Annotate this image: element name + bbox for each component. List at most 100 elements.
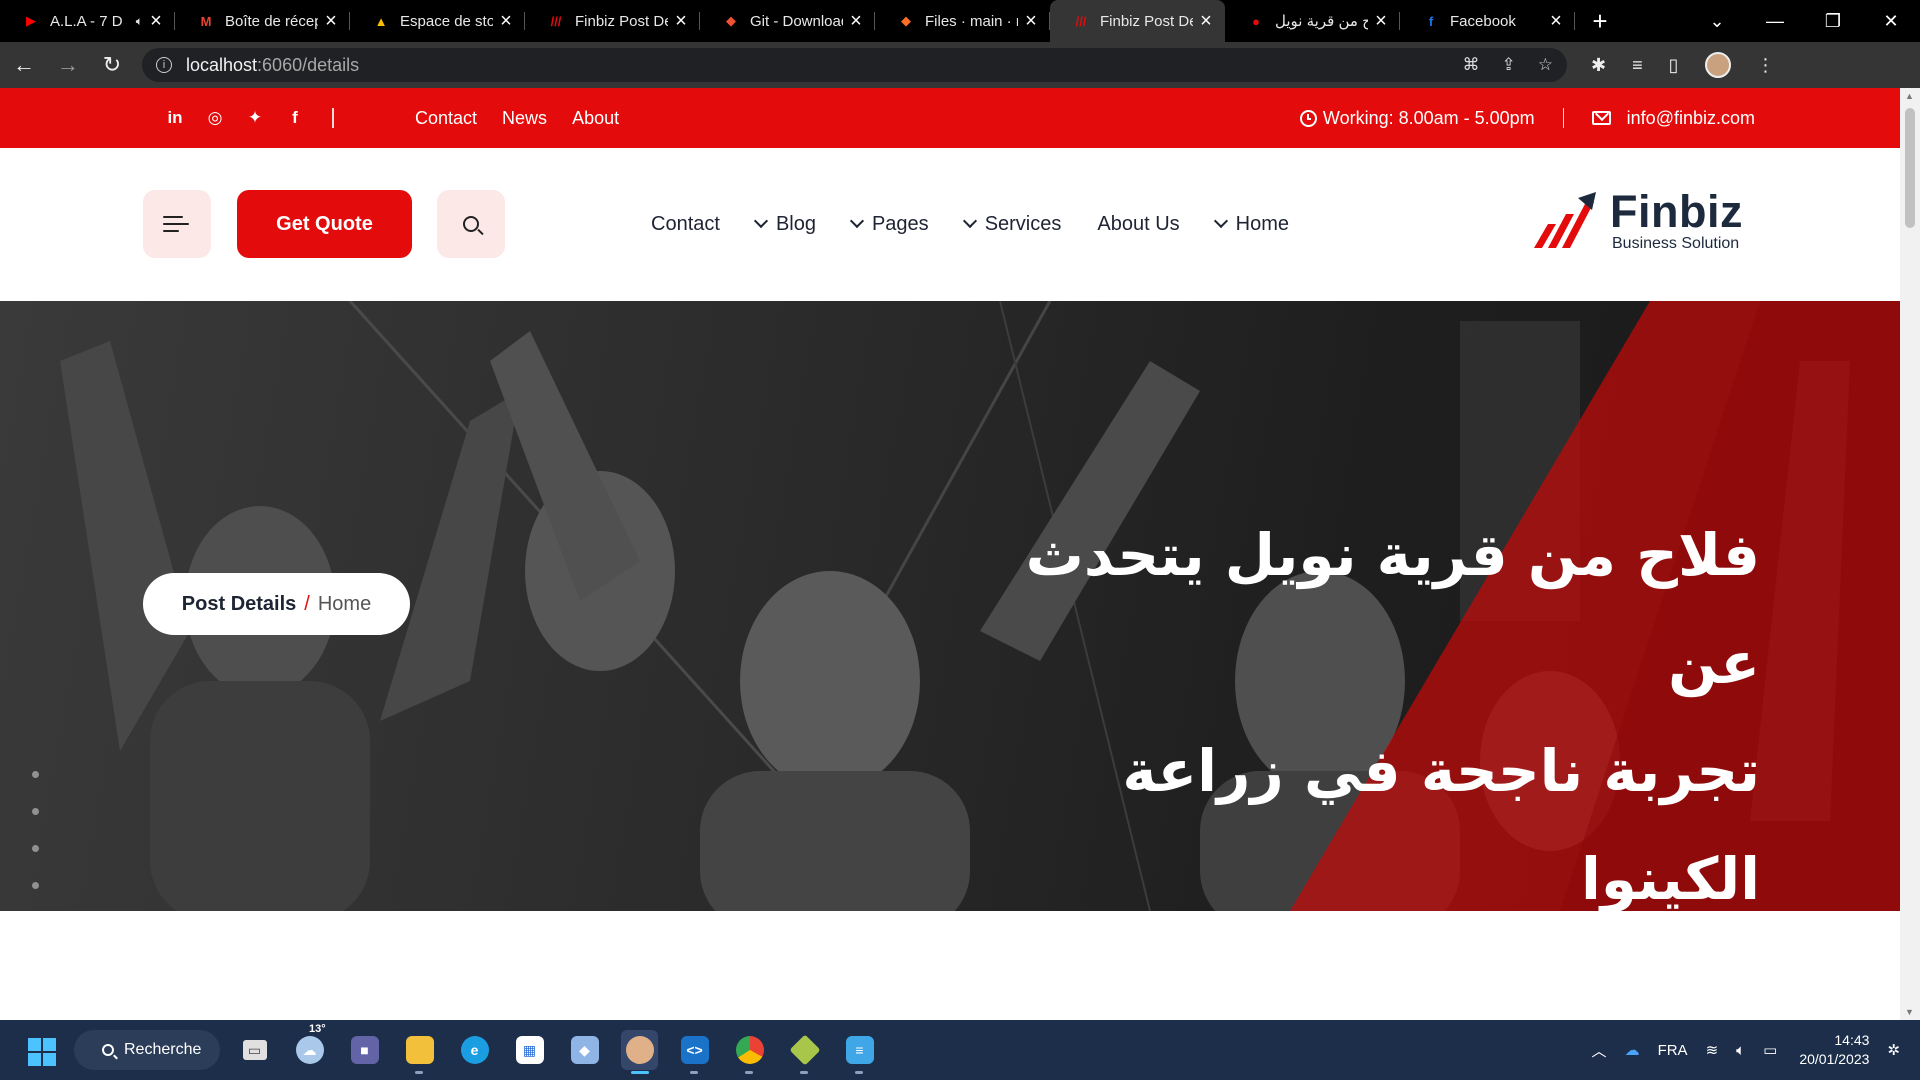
onedrive-cloud-icon[interactable]: ☁ xyxy=(1625,1041,1640,1059)
notepad-button[interactable]: ≡ xyxy=(841,1030,878,1074)
scroll-up-arrow-icon[interactable]: ▲ xyxy=(1905,91,1914,101)
nav-item-services[interactable]: Services xyxy=(962,212,1062,236)
running-indicator xyxy=(415,1071,423,1074)
close-window-button[interactable]: ✕ xyxy=(1862,11,1920,32)
minimize-button[interactable]: — xyxy=(1746,11,1804,32)
menu-toggle-button[interactable] xyxy=(143,190,211,258)
nav-item-contact[interactable]: Contact xyxy=(651,213,720,236)
breadcrumb: Post Details / Home xyxy=(143,573,410,635)
file-explorer-button[interactable] xyxy=(401,1030,438,1074)
browser-tab[interactable]: ◆ Git - Downloads× xyxy=(700,0,875,42)
nav-label: Home xyxy=(1235,212,1290,235)
browser-tab[interactable]: ▶ A.L.A - 7 D 🔈︎ × xyxy=(0,0,175,42)
browser-tab[interactable]: /// Finbiz Post Details× xyxy=(1050,0,1225,42)
battery-icon[interactable]: ▭ xyxy=(1763,1041,1777,1059)
media-control-icon[interactable]: ≡ xyxy=(1632,55,1643,76)
url-host: localhost xyxy=(186,54,258,75)
windows-start-button[interactable] xyxy=(28,1038,56,1066)
input-language[interactable]: FRA xyxy=(1658,1042,1688,1059)
address-bar[interactable]: i localhost:6060/details ⌘ ⇪ ☆ xyxy=(142,48,1567,82)
browser-tab[interactable]: ▲ Espace de stockage× xyxy=(350,0,525,42)
microsoft-store-button[interactable]: ▦ xyxy=(511,1030,548,1070)
linkedin-icon[interactable]: in xyxy=(165,108,185,128)
twitter-icon[interactable]: ✦ xyxy=(245,108,265,128)
edge-button[interactable]: e xyxy=(456,1030,493,1070)
side-panel-icon[interactable]: ▯ xyxy=(1669,55,1679,76)
back-button[interactable]: ← xyxy=(4,45,44,85)
taskbar-clock[interactable]: 14:43 20/01/2023 xyxy=(1799,1031,1869,1069)
volume-icon[interactable]: 🔈︎ xyxy=(1736,1042,1745,1059)
facebook-icon[interactable]: f xyxy=(285,108,305,128)
browser-tab[interactable]: ● فلاح من قرية نويل× xyxy=(1225,0,1400,42)
top-link-contact[interactable]: Contact xyxy=(415,108,477,129)
decorative-dots xyxy=(32,771,39,911)
site-logo[interactable]: Finbiz Business Solution xyxy=(1530,180,1760,260)
browser-tab[interactable]: f Facebook × xyxy=(1400,0,1575,42)
search-button[interactable] xyxy=(437,190,505,258)
scrollbar-thumb[interactable] xyxy=(1905,108,1915,228)
browser-tab-strip: ▶A.L.A - 7 D🔈︎×MBoîte de réception×▲Espa… xyxy=(0,0,1920,42)
running-indicator xyxy=(745,1071,753,1074)
get-quote-button[interactable]: Get Quote xyxy=(237,190,412,258)
browser-menu-icon[interactable]: ⋮ xyxy=(1757,55,1775,76)
task-view-icon: ▭ xyxy=(242,1040,267,1060)
tab-close-icon[interactable]: × xyxy=(1022,11,1040,31)
chevron-up-icon[interactable]: ︿ xyxy=(1592,1040,1607,1061)
search-icon xyxy=(463,216,479,232)
tab-close-icon[interactable]: × xyxy=(1372,11,1390,31)
new-tab-button[interactable]: + xyxy=(1581,2,1619,40)
nav-label: Services xyxy=(984,212,1062,235)
weather-widget[interactable]: ☁ 13° xyxy=(291,1023,328,1070)
chrome-profile-button[interactable] xyxy=(621,1030,658,1074)
teams-chat-button[interactable]: ■ xyxy=(346,1030,383,1070)
extensions-icon[interactable]: ✱ xyxy=(1591,55,1606,76)
reload-button[interactable]: ↻ xyxy=(92,45,132,85)
running-indicator xyxy=(690,1071,698,1074)
share-icon[interactable]: ⇪ xyxy=(1502,55,1516,75)
vscode-button[interactable]: <> xyxy=(676,1030,713,1074)
translate-icon[interactable]: ⌘ xyxy=(1463,55,1480,75)
logo-tagline: Business Solution xyxy=(1612,235,1740,252)
page-scrollbar[interactable]: ▲ ▼ xyxy=(1900,88,1920,1020)
tab-close-icon[interactable]: × xyxy=(497,11,515,31)
chrome-button[interactable] xyxy=(731,1030,768,1074)
nav-item-home[interactable]: Home xyxy=(1213,212,1290,236)
site-header: Get Quote Contact Blog Pages Services Ab… xyxy=(0,148,1900,301)
notifications-icon[interactable]: ✲ xyxy=(1887,1041,1900,1059)
browser-tab[interactable]: M Boîte de réception× xyxy=(175,0,350,42)
git-app-button[interactable] xyxy=(786,1030,823,1074)
tab-close-icon[interactable]: × xyxy=(147,11,165,31)
nav-item-about-us[interactable]: About Us xyxy=(1097,213,1179,236)
tab-close-icon[interactable]: × xyxy=(847,11,865,31)
tab-audio-icon[interactable]: 🔈︎ xyxy=(136,14,143,29)
tab-close-icon[interactable]: × xyxy=(672,11,690,31)
weather-cloud-icon: ☁ xyxy=(295,1036,324,1064)
forward-button[interactable]: → xyxy=(48,45,88,85)
tab-search-icon[interactable]: ⌄ xyxy=(1688,11,1746,32)
instagram-icon[interactable]: ◎ xyxy=(205,108,225,128)
tab-close-icon[interactable]: × xyxy=(1197,11,1215,31)
nav-label: About Us xyxy=(1097,212,1180,235)
taskbar-search[interactable]: Recherche xyxy=(74,1030,220,1070)
top-link-about[interactable]: About xyxy=(572,108,619,129)
scroll-down-arrow-icon[interactable]: ▼ xyxy=(1905,1007,1914,1017)
restore-button[interactable]: ❐ xyxy=(1804,11,1862,32)
nav-item-pages[interactable]: Pages xyxy=(849,213,929,236)
task-view-button[interactable]: ▭ xyxy=(236,1030,273,1070)
tab-close-icon[interactable]: × xyxy=(1547,11,1565,31)
email-link[interactable]: info@finbiz.com xyxy=(1627,108,1755,129)
wifi-icon[interactable]: ≋ xyxy=(1706,1041,1719,1059)
bookmark-star-icon[interactable]: ☆ xyxy=(1538,55,1553,75)
nav-item-blog[interactable]: Blog xyxy=(753,213,816,236)
breadcrumb-home-link[interactable]: Home xyxy=(318,593,371,616)
tab-close-icon[interactable]: × xyxy=(322,11,340,31)
breadcrumb-current: Post Details xyxy=(181,592,297,615)
contact-info: Working: 8.00am - 5.00pm info@finbiz.com xyxy=(1299,88,1755,148)
browser-tab[interactable]: ◆ Files · main · no× xyxy=(875,0,1050,42)
top-link-news[interactable]: News xyxy=(502,108,547,129)
profile-avatar[interactable] xyxy=(1704,52,1731,78)
3d-app-button[interactable]: ◆ xyxy=(566,1030,603,1070)
git-icon xyxy=(788,1034,821,1066)
browser-tab[interactable]: /// Finbiz Post Details× xyxy=(525,0,700,42)
site-info-icon[interactable]: i xyxy=(156,57,172,73)
